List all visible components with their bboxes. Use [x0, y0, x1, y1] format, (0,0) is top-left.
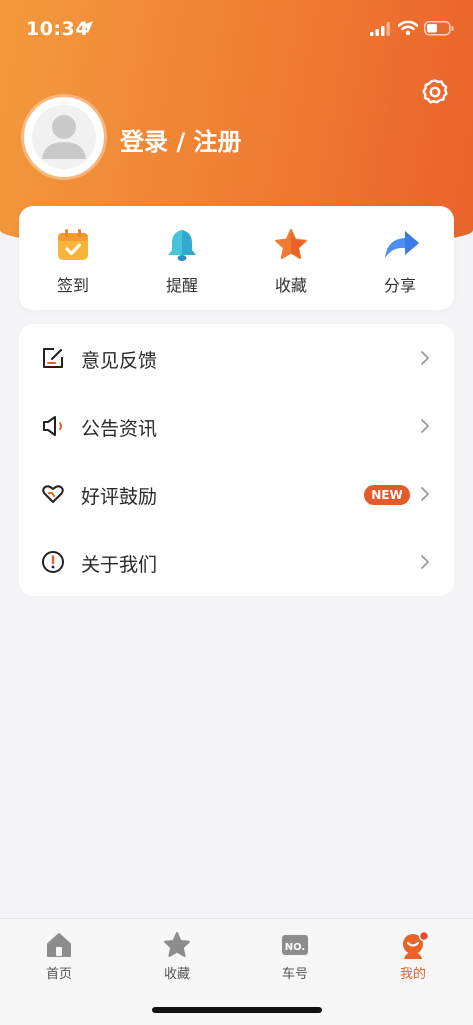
speaker-icon: [43, 416, 62, 436]
svg-text:NO.: NO.: [285, 942, 305, 953]
bell-icon: [168, 230, 196, 261]
chevron-right-icon: [421, 555, 429, 569]
star-icon: [164, 932, 190, 957]
user-silhouette-icon: [32, 105, 96, 169]
battery-icon: [424, 21, 454, 36]
info-icon: [42, 551, 64, 573]
home-icon: [47, 933, 71, 957]
quick-action-favorite[interactable]: 收藏: [241, 206, 341, 310]
profile-icon: [403, 931, 430, 959]
new-badge: NEW: [364, 485, 410, 505]
quick-action-remind[interactable]: 提醒: [132, 206, 232, 310]
tab-mine[interactable]: 我的: [354, 929, 472, 989]
share-arrow-icon: [385, 231, 419, 258]
menu-item-label: 公告资讯: [81, 418, 158, 440]
quick-actions-card: 签到 提醒 收藏 分享: [19, 206, 454, 310]
tab-label: 首页: [45, 967, 72, 982]
wifi-icon: [398, 20, 418, 36]
avatar[interactable]: [24, 97, 104, 177]
signal-icon: [370, 22, 390, 36]
quick-action-checkin[interactable]: 签到: [23, 206, 123, 310]
menu-item-label: 意见反馈: [81, 350, 158, 372]
tab-label: 收藏: [163, 967, 190, 982]
menu-item-about-us[interactable]: 关于我们: [19, 528, 454, 596]
quick-action-label: 收藏: [274, 276, 307, 295]
tab-plate-number[interactable]: NO. 车号: [236, 929, 354, 989]
menu-item-feedback[interactable]: 意见反馈: [19, 324, 454, 392]
calendar-check-icon: [58, 229, 88, 260]
quick-action-label: 分享: [383, 276, 416, 295]
location-arrow-icon: [81, 21, 93, 33]
menu-item-label: 好评鼓励: [81, 486, 158, 508]
quick-action-label: 提醒: [165, 276, 198, 295]
number-plate-icon: NO.: [282, 935, 308, 955]
tab-label: 车号: [281, 967, 308, 982]
login-register-link[interactable]: 登录 / 注册: [120, 122, 241, 157]
settings-gear-icon[interactable]: [420, 77, 450, 107]
status-bar: 10:34: [0, 0, 473, 60]
menu-item-label: 关于我们: [81, 554, 158, 576]
star-icon: [275, 229, 307, 259]
tab-label: 我的: [399, 967, 426, 982]
chevron-right-icon: [421, 351, 429, 365]
settings-menu: 意见反馈 公告资讯 好评鼓励 NEW 关于我们: [19, 324, 454, 596]
chevron-right-icon: [421, 419, 429, 433]
heart-icon: [42, 485, 64, 503]
edit-icon: [43, 348, 63, 368]
home-indicator: [152, 1007, 322, 1013]
menu-item-rate-us[interactable]: 好评鼓励 NEW: [19, 460, 454, 528]
tab-favorites[interactable]: 收藏: [118, 929, 236, 989]
quick-action-label: 签到: [56, 276, 89, 295]
menu-item-announcements[interactable]: 公告资讯: [19, 392, 454, 460]
tab-home[interactable]: 首页: [0, 929, 118, 989]
quick-action-share[interactable]: 分享: [350, 206, 450, 310]
chevron-right-icon: [421, 487, 429, 501]
